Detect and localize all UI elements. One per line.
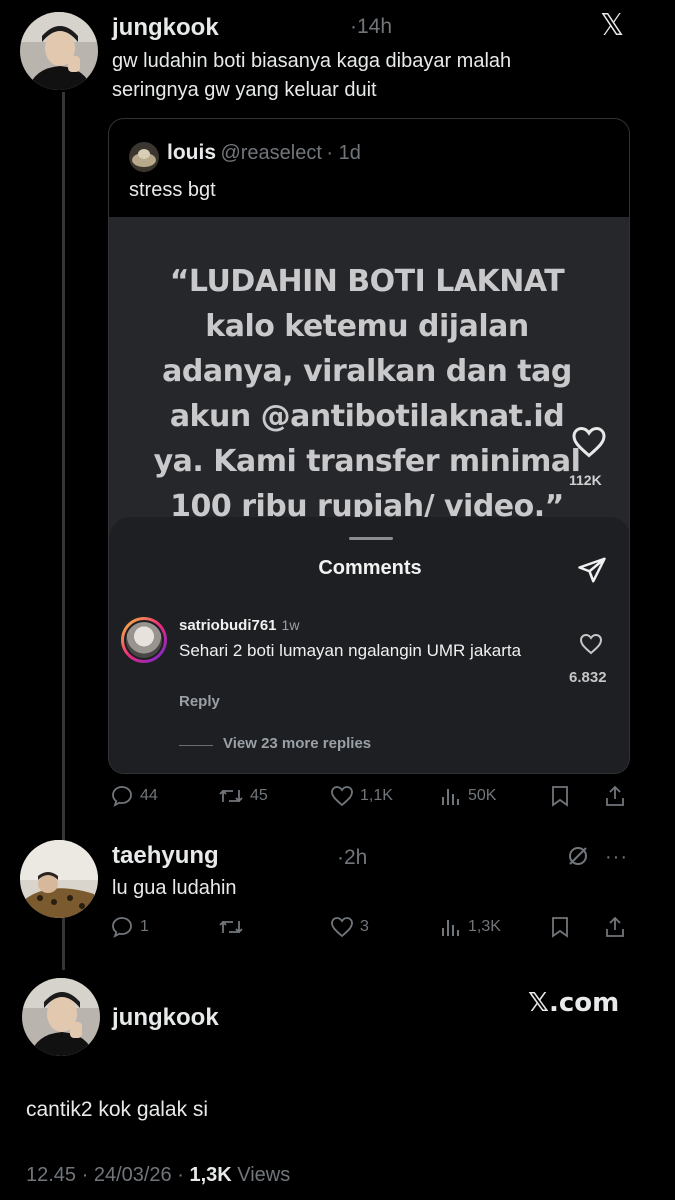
post-text: cantik2 kok galak si xyxy=(26,1098,209,1121)
views-button[interactable]: 1,3K xyxy=(440,916,550,938)
author-name[interactable]: jungkook xyxy=(112,1004,219,1032)
post-text-line2: seringnya gw yang keluar duit xyxy=(112,79,377,101)
views-button[interactable]: 50K xyxy=(440,785,550,807)
replies-divider xyxy=(179,745,213,746)
post2-action-bar: 1 3 1,3K xyxy=(110,915,630,939)
like-button[interactable]: 3 xyxy=(330,916,440,938)
avatar[interactable] xyxy=(20,840,98,918)
sheet-handle xyxy=(349,537,393,540)
post-text-line1: gw ludahin boti biasanya kaga dibayar ma… xyxy=(112,50,512,72)
thread-line xyxy=(62,92,65,970)
comment-like-count: 6.832 xyxy=(569,669,607,686)
quote-text: stress bgt xyxy=(129,179,216,201)
post-time[interactable]: ·2h xyxy=(337,846,367,870)
bookmark-button[interactable] xyxy=(550,785,604,807)
reply-icon xyxy=(112,917,132,938)
quote-author-name: louis xyxy=(167,141,217,164)
repost-button[interactable]: 45 xyxy=(218,784,330,808)
media-like-count: 112K xyxy=(569,472,602,488)
repost-count: 45 xyxy=(250,787,268,804)
avatar[interactable] xyxy=(20,12,98,90)
post-text: lu gua ludahin xyxy=(112,877,237,899)
comments-sheet: Comments satriobudi761 1w Sehari 2 boti l… xyxy=(109,517,629,773)
repost-icon xyxy=(219,789,243,803)
reply-button[interactable]: 44 xyxy=(110,784,218,808)
post1-action-bar: 44 45 1,1K 50K xyxy=(110,784,630,808)
view-replies-label: View 23 more replies xyxy=(223,735,372,752)
quote-time: · 1d xyxy=(326,142,361,164)
bookmark-button[interactable] xyxy=(550,916,604,938)
commenter-avatar xyxy=(121,617,167,663)
bookmark-icon xyxy=(552,917,568,938)
more-options-icon[interactable]: ··· xyxy=(605,846,628,869)
repost-icon xyxy=(219,920,243,934)
brand-watermark: 𝕏.com xyxy=(528,988,620,1018)
share-icon xyxy=(606,785,624,806)
share-icon xyxy=(606,916,624,937)
view-count: 50K xyxy=(468,787,497,804)
heart-icon xyxy=(579,633,603,660)
views-icon xyxy=(442,789,459,805)
media-caption: “LUDAHIN BOTI LAKNAT kalo ketemu dijalan… xyxy=(153,264,581,524)
grok-icon[interactable] xyxy=(566,844,590,873)
send-icon xyxy=(577,555,607,590)
share-button[interactable] xyxy=(604,916,626,938)
like-count: 1,1K xyxy=(360,787,393,804)
heart-icon xyxy=(571,425,607,464)
bookmark-icon xyxy=(552,786,568,807)
quote-avatar xyxy=(129,142,159,172)
author-name[interactable]: jungkook xyxy=(112,14,219,42)
repost-button[interactable] xyxy=(218,915,330,939)
quote-handle: @reaselect xyxy=(220,142,322,164)
post-time[interactable]: ·14h xyxy=(350,15,392,39)
comment-reply-label: Reply xyxy=(179,693,220,710)
quote-media-image[interactable]: “LUDAHIN BOTI LAKNAT kalo ketemu dijalan… xyxy=(109,217,629,773)
heart-icon xyxy=(331,917,353,938)
comment-text: Sehari 2 boti lumayan ngalangin UMR jaka… xyxy=(179,641,522,660)
views-icon xyxy=(442,920,459,936)
heart-icon xyxy=(331,786,353,807)
x-logo-icon[interactable]: 𝕏 xyxy=(600,8,624,43)
quoted-post-card[interactable]: louis @reaselect · 1d stress bgt “LUDAHI… xyxy=(108,118,630,774)
avatar[interactable] xyxy=(22,978,100,1056)
post-footer-meta: 12.45 · 24/03/26 · 1,3K Views xyxy=(26,1164,291,1186)
reply-count: 44 xyxy=(140,787,158,804)
commenter-name: satriobudi761 1w xyxy=(179,617,300,634)
like-count: 3 xyxy=(360,918,369,935)
like-button[interactable]: 1,1K xyxy=(330,785,440,807)
share-button[interactable] xyxy=(604,785,626,807)
sheet-title: Comments xyxy=(318,557,422,579)
reply-icon xyxy=(112,786,132,807)
reply-count: 1 xyxy=(140,918,149,935)
view-count: 1,3K xyxy=(468,918,501,935)
author-name[interactable]: taehyung xyxy=(112,842,219,870)
reply-button[interactable]: 1 xyxy=(110,915,218,939)
